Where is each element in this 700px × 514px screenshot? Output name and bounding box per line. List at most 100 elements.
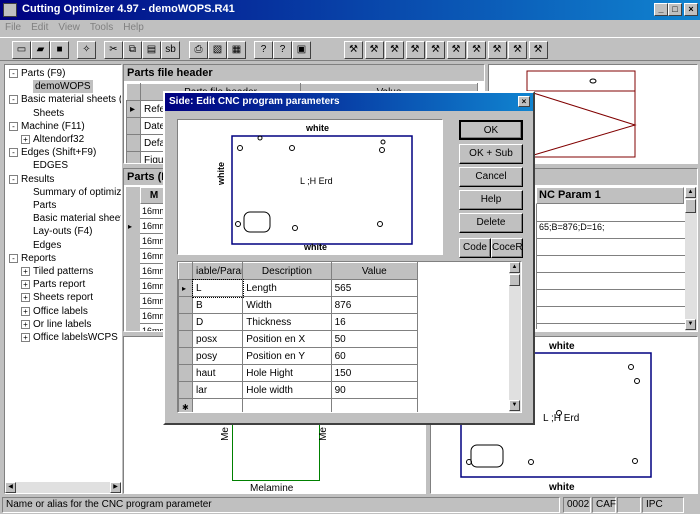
- expand-toggle-icon[interactable]: -: [9, 148, 18, 158]
- param-description-cell[interactable]: Position en Y: [242, 347, 332, 365]
- coder-button[interactable]: CoceR: [491, 238, 523, 258]
- menu-help[interactable]: Help: [118, 20, 149, 35]
- menu-edit[interactable]: Edit: [26, 20, 53, 35]
- tree-item[interactable]: EDGES: [33, 159, 68, 172]
- tree-item[interactable]: Basic material sheet: [33, 212, 121, 225]
- scroll-up-icon[interactable]: ▲: [509, 262, 520, 273]
- param-description-cell[interactable]: Thickness: [242, 313, 332, 331]
- paste-icon[interactable]: ▤: [142, 41, 161, 59]
- expand-toggle-icon[interactable]: +: [21, 319, 30, 329]
- code-button[interactable]: Code: [459, 238, 491, 258]
- preview-icon[interactable]: ▧: [208, 41, 227, 59]
- tree-item[interactable]: Parts report: [33, 278, 85, 291]
- tree-item[interactable]: demoWOPS: [33, 80, 93, 94]
- tree-item[interactable]: Parts: [33, 199, 56, 212]
- print-icon[interactable]: ⎙: [189, 41, 208, 59]
- param-row[interactable]: D Thickness 16: [178, 313, 419, 331]
- copy-icon[interactable]: ⧉: [123, 41, 142, 59]
- scroll-thumb[interactable]: [509, 274, 520, 286]
- tree-item[interactable]: Lay-outs (F4): [33, 225, 92, 238]
- dialog-close-button[interactable]: ×: [518, 96, 530, 107]
- tree-item[interactable]: Altendorf32: [33, 133, 84, 146]
- tree-item[interactable]: Edges (Shift+F9): [21, 146, 96, 159]
- app-icon[interactable]: [3, 3, 17, 17]
- expand-toggle-icon[interactable]: +: [21, 306, 30, 316]
- scroll-right-icon[interactable]: ▶: [110, 482, 121, 493]
- open-folder-icon[interactable]: ▰: [31, 41, 50, 59]
- ok-sub-button[interactable]: OK + Sub: [459, 144, 523, 164]
- expand-toggle-icon[interactable]: +: [21, 135, 30, 144]
- param-vscrollbar[interactable]: ▲ ▼: [509, 262, 521, 412]
- param-value-cell[interactable]: 90: [330, 381, 419, 399]
- menu-file[interactable]: File: [0, 20, 26, 35]
- close-button[interactable]: ×: [684, 3, 698, 16]
- menu-tools[interactable]: Tools: [85, 20, 118, 35]
- param-row[interactable]: haut Hole Hight 150: [178, 364, 419, 382]
- param-row[interactable]: posx Position en X 50: [178, 330, 419, 348]
- expand-toggle-icon[interactable]: -: [9, 174, 18, 184]
- optimize-tool-icon[interactable]: ⚒: [528, 41, 548, 59]
- optimize-tool-icon[interactable]: ⚒: [426, 41, 445, 59]
- param-value-cell[interactable]: 16: [330, 313, 419, 331]
- param-row[interactable]: lar Hole width 90: [178, 381, 419, 399]
- scroll-down-icon[interactable]: ▼: [509, 400, 520, 411]
- param-value-cell[interactable]: 876: [330, 296, 419, 314]
- expand-toggle-icon[interactable]: +: [21, 280, 30, 290]
- optimize-tool-icon[interactable]: ⚒: [344, 41, 363, 59]
- param-value-cell[interactable]: 60: [330, 347, 419, 365]
- tree-item[interactable]: Summary of optimiz: [33, 186, 121, 199]
- tree-item[interactable]: Parts (F9): [21, 67, 65, 80]
- param-description-cell[interactable]: Position en X: [242, 330, 332, 348]
- scroll-left-icon[interactable]: ◀: [5, 482, 16, 493]
- param-value-cell[interactable]: 50: [330, 330, 419, 348]
- ok-button[interactable]: OK: [459, 120, 523, 140]
- delete-button[interactable]: Delete: [459, 213, 523, 233]
- param-name-cell[interactable]: posy: [192, 347, 244, 365]
- param-row[interactable]: ▸ L Length 565: [178, 278, 419, 298]
- cnc-param-value[interactable]: 65;B=876;D=16;: [537, 222, 605, 232]
- param-description-cell[interactable]: Hole Hight: [242, 364, 332, 382]
- expand-toggle-icon[interactable]: +: [21, 267, 30, 276]
- expand-toggle-icon[interactable]: -: [9, 95, 18, 105]
- cut-icon[interactable]: ✂: [104, 41, 123, 59]
- optimize-tool-icon[interactable]: ⚒: [487, 41, 507, 59]
- help-button[interactable]: Help: [459, 190, 523, 210]
- tree-item[interactable]: Office labelsWCPS: [33, 331, 118, 344]
- param-description-cell[interactable]: Width: [242, 296, 332, 314]
- param-name-cell[interactable]: D: [192, 313, 244, 331]
- expand-toggle-icon[interactable]: -: [9, 69, 18, 78]
- tree-item[interactable]: Office labels: [33, 305, 88, 318]
- cancel-button[interactable]: Cancel: [459, 167, 523, 187]
- new-row[interactable]: ✱: [178, 398, 419, 412]
- sub-icon[interactable]: sb: [161, 41, 180, 59]
- optimize-tool-icon[interactable]: ⚒: [405, 41, 425, 59]
- scroll-down-icon[interactable]: ▼: [685, 319, 696, 330]
- menu-view[interactable]: View: [53, 20, 85, 35]
- help-icon[interactable]: ?: [254, 41, 273, 59]
- param-value-cell[interactable]: 565: [330, 279, 419, 297]
- scroll-up-icon[interactable]: ▲: [685, 187, 696, 198]
- wand-icon[interactable]: ✧: [77, 41, 96, 59]
- param-name-cell[interactable]: B: [192, 296, 244, 314]
- parts-vscrollbar[interactable]: ▲ ▼: [685, 187, 697, 331]
- new-file-icon[interactable]: ▭: [12, 41, 31, 59]
- tree-item[interactable]: Tiled patterns: [33, 265, 93, 278]
- maximize-button[interactable]: □: [668, 3, 682, 16]
- tree-item[interactable]: Or line labels: [33, 318, 91, 331]
- param-description-cell[interactable]: Hole width: [242, 381, 332, 399]
- layout-icon[interactable]: ▦: [227, 41, 246, 59]
- optimize-tool-icon[interactable]: ⚒: [508, 41, 527, 59]
- param-row[interactable]: posy Position en Y 60: [178, 347, 419, 365]
- tree-hscrollbar[interactable]: ◀ ▶: [5, 482, 121, 493]
- expand-toggle-icon[interactable]: +: [21, 333, 30, 342]
- tree-item[interactable]: Machine (F11): [21, 120, 85, 133]
- param-value-cell[interactable]: 150: [330, 364, 419, 382]
- expand-toggle-icon[interactable]: -: [9, 121, 18, 131]
- param-name-cell[interactable]: L: [191, 278, 244, 298]
- optimize-tool-icon[interactable]: ⚒: [364, 41, 384, 59]
- tree-item[interactable]: Reports: [21, 252, 56, 265]
- tree-item[interactable]: Edges: [33, 239, 61, 252]
- tree-item[interactable]: Sheets: [33, 107, 64, 120]
- properties-icon[interactable]: ▣: [292, 41, 311, 59]
- optimize-tool-icon[interactable]: ⚒: [385, 41, 404, 59]
